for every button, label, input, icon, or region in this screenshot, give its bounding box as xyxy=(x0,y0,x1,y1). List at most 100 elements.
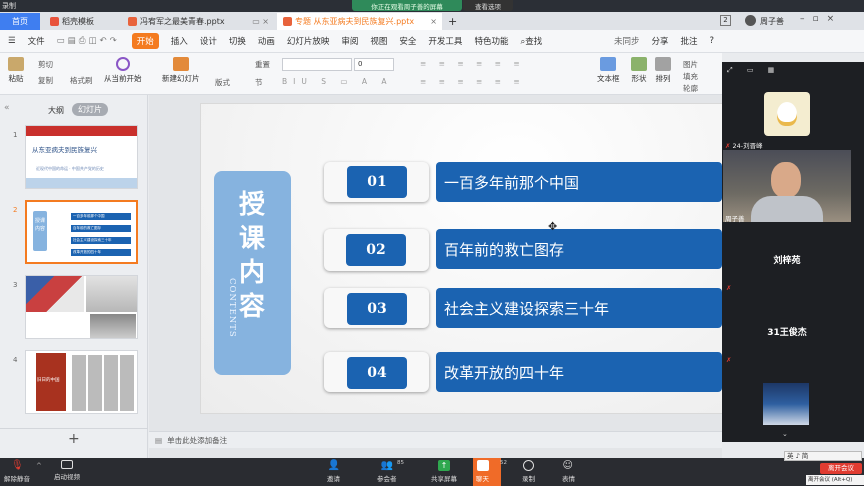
menu-insert[interactable]: 插入 xyxy=(171,35,188,47)
close-icon[interactable]: × xyxy=(430,17,437,26)
collapse-icon[interactable]: « xyxy=(4,103,10,113)
share-screen-icon: ↑ xyxy=(438,460,450,471)
font-family-select[interactable] xyxy=(282,58,352,71)
unmute-button[interactable]: 🎙 解除静音 xyxy=(4,460,30,483)
tab-file-active[interactable]: 专题 从东亚病夫到民族复兴.pptx × xyxy=(277,13,442,30)
muted-mic-icon: ✗ xyxy=(725,142,731,150)
copy-button[interactable]: 复制 xyxy=(38,75,53,86)
invite-button[interactable]: 👤 邀请 xyxy=(327,460,340,483)
align-buttons[interactable]: ≡ ≡ ≡ ≡ ≡ ≡ xyxy=(420,77,525,86)
chat-icon xyxy=(476,460,489,471)
picture-button[interactable]: 图片 xyxy=(683,59,698,70)
slide-thumb-3[interactable] xyxy=(25,275,138,339)
start-video-button[interactable]: 启动视频 xyxy=(54,460,80,481)
members-icon: 👥 xyxy=(380,460,394,471)
members-button[interactable]: 👥 参会者 xyxy=(377,460,397,483)
menu-file[interactable]: 文件 xyxy=(28,35,45,47)
menu-transition[interactable]: 切换 xyxy=(229,35,246,47)
chevron-down-icon[interactable]: ⌄ xyxy=(782,430,788,438)
hamburger-icon[interactable]: ☰ xyxy=(8,36,16,46)
speaker-shirt xyxy=(751,196,823,222)
menu-view[interactable]: 视图 xyxy=(370,35,387,47)
thumb-skyline xyxy=(26,178,137,188)
menu-design[interactable]: 设计 xyxy=(200,35,217,47)
avatar[interactable] xyxy=(745,15,756,26)
pptx-icon xyxy=(128,17,137,26)
section-button[interactable]: 节 xyxy=(255,77,263,88)
participant-tile-active[interactable] xyxy=(723,150,851,222)
cut-button[interactable]: 剪切 xyxy=(38,59,53,70)
muted-mic-icon: ✗ xyxy=(726,356,732,364)
menu-security[interactable]: 安全 xyxy=(399,35,416,47)
window-count-badge[interactable]: 2 xyxy=(720,15,731,26)
invite-icon: 👤 xyxy=(327,460,340,471)
record-button[interactable]: 录制 xyxy=(522,460,535,483)
chevron-up-icon[interactable]: ^ xyxy=(36,462,42,470)
user-name[interactable]: 周子善 xyxy=(760,16,784,27)
menu-search[interactable]: ⌕查找 xyxy=(520,35,542,47)
layout-button[interactable]: 版式 xyxy=(215,77,230,88)
font-style-buttons[interactable]: BIU S ▭ A A xyxy=(282,77,393,86)
chat-count: 52 xyxy=(500,460,507,466)
quick-access-icons[interactable]: ▭▤⎙◫↶↷ xyxy=(57,36,120,46)
participant-tile[interactable] xyxy=(723,80,851,146)
thumb-number: 3 xyxy=(13,281,18,289)
menu-animation[interactable]: 动画 xyxy=(258,35,275,47)
add-slide-button[interactable]: + xyxy=(68,431,80,447)
font-size-select[interactable]: 0 xyxy=(354,58,394,71)
shape-button[interactable]: 形状 xyxy=(631,57,647,84)
thumb-item: 一百多年前那个中国 xyxy=(71,213,131,220)
fill-button[interactable]: 填充 xyxy=(683,71,698,82)
share-screen-label: 共享屏幕 xyxy=(431,475,457,483)
pptx-icon xyxy=(283,17,292,26)
slide-title-text: 授课内容 xyxy=(238,190,265,322)
textbox-icon xyxy=(600,57,617,71)
menu-slideshow[interactable]: 幻灯片放映 xyxy=(287,35,330,47)
tab-outline[interactable]: 大纲 xyxy=(48,105,64,116)
slide-thumb-1[interactable]: 从东亚病夫到民族复兴 近现代中国的命运 · 中国共产党的历史 xyxy=(25,125,138,189)
notes-placeholder: 单击此处添加备注 xyxy=(167,435,228,445)
tab-docer[interactable]: 稻壳模板 xyxy=(44,13,120,30)
tab-slides[interactable]: 幻灯片 xyxy=(72,103,108,116)
help-button[interactable]: ? xyxy=(709,36,714,46)
play-from-current-button[interactable]: 从当前开始 xyxy=(104,57,142,84)
start-video-label: 启动视频 xyxy=(54,473,80,481)
screen-share-notice: 你正在观看周子善的屏幕 xyxy=(352,0,462,11)
reactions-button[interactable]: ☺ 表情 xyxy=(562,460,575,483)
format-painter-button[interactable]: 格式刷 xyxy=(70,75,93,86)
panel-controls[interactable]: ⤢ ▭ ▦ xyxy=(727,66,780,75)
sync-status[interactable]: 未同步 xyxy=(614,35,640,47)
menu-developer[interactable]: 开发工具 xyxy=(428,35,462,47)
textbox-button[interactable]: 文本框 xyxy=(597,57,620,84)
share-screen-button[interactable]: ↑ 共享屏幕 xyxy=(431,460,457,483)
leave-meeting-button[interactable]: 离开会议 xyxy=(820,463,862,474)
menu-features[interactable]: 特色功能 xyxy=(474,35,508,47)
tab-home[interactable]: 首页 xyxy=(0,13,40,30)
contents-word: CONTENTS xyxy=(227,278,237,338)
notes-bar[interactable]: ▤ 单击此处添加备注 xyxy=(149,431,722,448)
menu-review[interactable]: 审阅 xyxy=(341,35,358,47)
view-options-button[interactable]: 查看选项 xyxy=(463,0,513,11)
paste-button[interactable]: 粘贴 xyxy=(8,57,24,84)
invite-label: 邀请 xyxy=(327,475,340,483)
slide-thumb-2[interactable]: 授课内容 一百多年前那个中国 百年前的救亡图存 社会主义建设探索三十年 改革开放… xyxy=(25,200,138,264)
docer-icon xyxy=(50,17,59,26)
share-button[interactable]: 分享 xyxy=(651,35,668,47)
tab-file-1[interactable]: 冯宥军之最美青春.pptx ▭ × xyxy=(122,13,274,30)
participant-avatar-photo[interactable] xyxy=(763,383,809,425)
ime-toolbar[interactable]: 英 ♪ 简 xyxy=(784,451,862,461)
menu-home[interactable]: 开始 xyxy=(131,33,159,49)
menu-bar: ☰ 文件 ▭▤⎙◫↶↷ 开始 插入 设计 切换 动画 幻灯片放映 审阅 视图 安… xyxy=(0,30,864,53)
slide-thumb-4[interactable]: 旧日的中国 xyxy=(25,350,138,414)
tab-menu-icon[interactable]: ▭ × xyxy=(252,17,269,26)
new-tab-button[interactable]: + xyxy=(446,13,460,30)
muted-mic-icon: ✗ xyxy=(726,284,732,292)
outline-button[interactable]: 轮廓 xyxy=(683,83,698,94)
chat-button-content[interactable]: 聊天 xyxy=(476,460,489,483)
paragraph-buttons[interactable]: ≡ ≡ ≡ ≡ ≡ ≡ xyxy=(420,59,525,68)
new-slide-button[interactable]: 新建幻灯片 xyxy=(162,57,200,84)
annotate-button[interactable]: 批注 xyxy=(680,35,697,47)
reset-button[interactable]: 重置 xyxy=(255,59,270,70)
arrange-button[interactable]: 排列 xyxy=(655,57,671,84)
window-controls[interactable]: –▫× xyxy=(800,14,842,24)
